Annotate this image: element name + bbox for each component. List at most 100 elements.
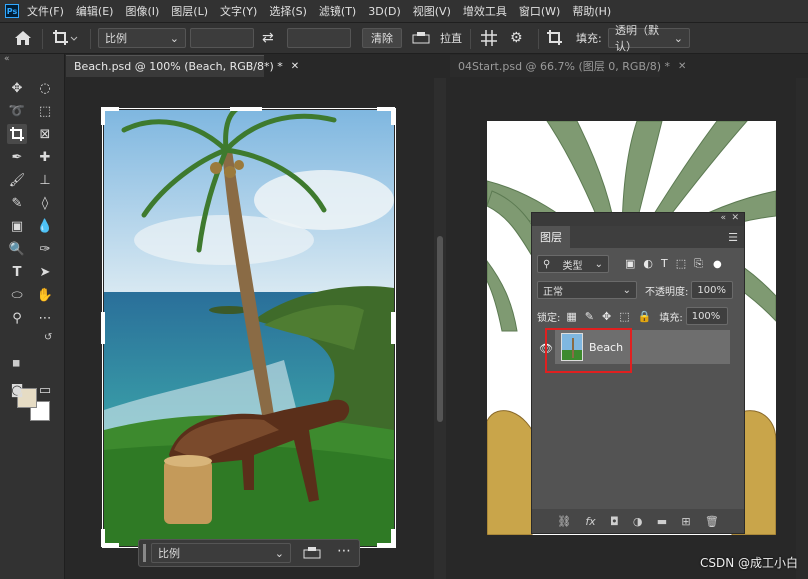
swap-icon[interactable]: ⇄ xyxy=(262,28,274,48)
more-options-icon[interactable]: ⋯ xyxy=(337,543,351,559)
ratio-width-input[interactable] xyxy=(190,28,254,48)
crop-handle-left[interactable] xyxy=(101,312,105,344)
crop-handle-top[interactable] xyxy=(230,107,262,111)
link-layers-icon[interactable]: ⛓ xyxy=(557,515,571,528)
fill-select[interactable]: 透明（默认） ⌄ xyxy=(608,24,690,53)
swap-colors-icon[interactable]: ↺ xyxy=(44,332,52,343)
fx-icon[interactable]: fx xyxy=(585,515,595,528)
smart-object-filter-icon[interactable]: ⎘ xyxy=(694,257,703,271)
close-icon[interactable]: ✕ xyxy=(678,61,686,72)
frame-tool-icon[interactable]: ⊠ xyxy=(35,124,55,144)
vertical-scrollbar[interactable] xyxy=(434,78,446,579)
move-tool-icon[interactable]: ✥ xyxy=(7,78,27,98)
pen-tool-icon[interactable]: ✑ xyxy=(35,239,55,259)
menu-select[interactable]: 选择(S) xyxy=(269,3,307,19)
close-panel-icon[interactable]: ✕ xyxy=(731,213,739,223)
gradient-tool-icon[interactable]: ▣ xyxy=(7,216,27,236)
adjustment-filter-icon[interactable]: ◐ xyxy=(643,257,653,271)
lasso-tool-icon[interactable]: ➰ xyxy=(7,101,27,121)
tab-layers[interactable]: 图层 xyxy=(532,226,570,248)
screen-mode-icon[interactable]: ▭ xyxy=(35,380,55,400)
crop-tool-icon[interactable] xyxy=(7,124,27,144)
shape-filter-icon[interactable]: ⬚ xyxy=(676,257,686,271)
hand-tool-icon[interactable]: ✋ xyxy=(35,285,55,305)
drag-handle[interactable] xyxy=(143,544,146,562)
straighten-label[interactable]: 拉直 xyxy=(440,28,462,48)
ratio-select-floating[interactable]: 比例 ⌄ xyxy=(151,543,291,563)
straighten-icon[interactable] xyxy=(412,28,430,48)
lock-all-icon[interactable]: 🔒 xyxy=(638,310,652,323)
trash-icon[interactable]: 🗑 xyxy=(705,515,719,528)
type-filter-icon[interactable]: T xyxy=(661,257,668,271)
lock-position-icon[interactable]: ✥ xyxy=(602,310,611,323)
new-layer-icon[interactable]: ⊞ xyxy=(681,515,690,528)
default-colors-icon[interactable]: ◼ xyxy=(12,358,20,369)
ratio-height-input[interactable] xyxy=(287,28,351,48)
quick-mask-icon[interactable]: ◙ xyxy=(7,380,27,400)
healing-brush-tool-icon[interactable]: ✚ xyxy=(35,147,55,167)
clone-stamp-tool-icon[interactable]: ⊥ xyxy=(35,170,55,190)
straighten-icon[interactable] xyxy=(303,546,321,563)
grid-overlay-icon[interactable] xyxy=(480,28,498,48)
vertical-scrollbar-right[interactable] xyxy=(796,78,808,579)
lock-transparent-pixels-icon[interactable]: ▦ xyxy=(566,310,576,323)
content-aware-crop-icon[interactable] xyxy=(546,28,566,48)
gear-icon[interactable]: ⚙ xyxy=(510,28,523,48)
eyedropper-tool-icon[interactable]: ✒ xyxy=(7,147,27,167)
menu-3d[interactable]: 3D(D) xyxy=(368,5,401,18)
menu-help[interactable]: 帮助(H) xyxy=(572,3,611,19)
blend-mode-select[interactable]: 正常 ⌄ xyxy=(537,281,637,299)
dodge-tool-icon[interactable]: 🔍 xyxy=(7,239,27,259)
tab-04start[interactable]: 04Start.psd @ 66.7% (图层 0, RGB/8) * ✕ xyxy=(450,55,686,77)
type-tool-icon[interactable]: T xyxy=(7,262,27,282)
brush-tool-icon[interactable]: 🖌 xyxy=(7,170,27,190)
menu-filter[interactable]: 滤镜(T) xyxy=(319,3,356,19)
collapse-icon[interactable]: « xyxy=(4,54,10,64)
ellipse-tool-icon[interactable]: ⬭ xyxy=(7,285,27,305)
menu-layer[interactable]: 图层(L) xyxy=(171,3,208,19)
crop-tool-preset-icon[interactable] xyxy=(52,28,78,48)
menu-edit[interactable]: 编辑(E) xyxy=(76,3,114,19)
filter-toggle-icon[interactable]: ● xyxy=(713,259,722,270)
pixel-filter-icon[interactable]: ▣ xyxy=(625,257,635,271)
home-icon[interactable] xyxy=(14,28,32,48)
menu-type[interactable]: 文字(Y) xyxy=(220,3,257,19)
layer-row-beach[interactable]: Beach xyxy=(555,330,730,364)
adjustment-layer-icon[interactable]: ◑ xyxy=(633,515,643,528)
beach-image xyxy=(104,110,394,546)
fill-input[interactable]: 100% xyxy=(685,307,728,325)
close-icon[interactable]: ✕ xyxy=(291,61,299,72)
zoom-tool-icon[interactable]: ⚲ xyxy=(7,308,27,328)
object-select-tool-icon[interactable]: ⬚ xyxy=(35,101,55,121)
path-select-tool-icon[interactable]: ➤ xyxy=(35,262,55,282)
opacity-input[interactable]: 100% xyxy=(691,281,734,299)
crop-handle-top-right-v[interactable] xyxy=(391,107,395,125)
new-group-icon[interactable]: ▬ xyxy=(657,515,667,528)
add-mask-icon[interactable]: ◘ xyxy=(610,515,619,528)
menu-window[interactable]: 窗口(W) xyxy=(519,3,560,19)
tab-beach[interactable]: Beach.psd @ 100% (Beach, RGB/8*) * ✕ xyxy=(66,55,299,77)
blur-tool-icon[interactable]: 💧 xyxy=(35,216,55,236)
eraser-tool-icon[interactable]: ◊ xyxy=(35,193,55,213)
ratio-select[interactable]: 比例 ⌄ xyxy=(98,28,186,48)
marquee-tool-icon[interactable]: ◌ xyxy=(35,78,55,98)
menu-image[interactable]: 图像(I) xyxy=(125,3,159,19)
crop-handle-right[interactable] xyxy=(391,312,395,344)
menu-plugins[interactable]: 增效工具 xyxy=(463,3,507,19)
menu-view[interactable]: 视图(V) xyxy=(413,3,451,19)
scroll-thumb[interactable] xyxy=(437,236,443,422)
clear-button[interactable]: 清除 xyxy=(362,28,402,48)
more-tools-icon[interactable]: ⋯ xyxy=(35,308,55,328)
lock-image-pixels-icon[interactable]: ✎ xyxy=(585,310,594,323)
lock-artboard-icon[interactable]: ⬚ xyxy=(619,310,629,323)
menu-file[interactable]: 文件(F) xyxy=(27,3,64,19)
crop-handle-bottom-left[interactable] xyxy=(101,543,119,547)
eye-icon[interactable]: 👁 xyxy=(539,342,553,355)
panel-menu-icon[interactable]: ☰ xyxy=(728,226,744,248)
crop-handle-bottom-right[interactable] xyxy=(377,543,395,547)
collapse-panel-icon[interactable]: « xyxy=(720,213,726,223)
crop-handle-top-left-v[interactable] xyxy=(101,107,105,125)
layer-name[interactable]: Beach xyxy=(589,341,623,354)
history-brush-tool-icon[interactable]: ✎ xyxy=(7,193,27,213)
filter-kind-select[interactable]: ⚲ 类型 ⌄ xyxy=(537,255,609,273)
